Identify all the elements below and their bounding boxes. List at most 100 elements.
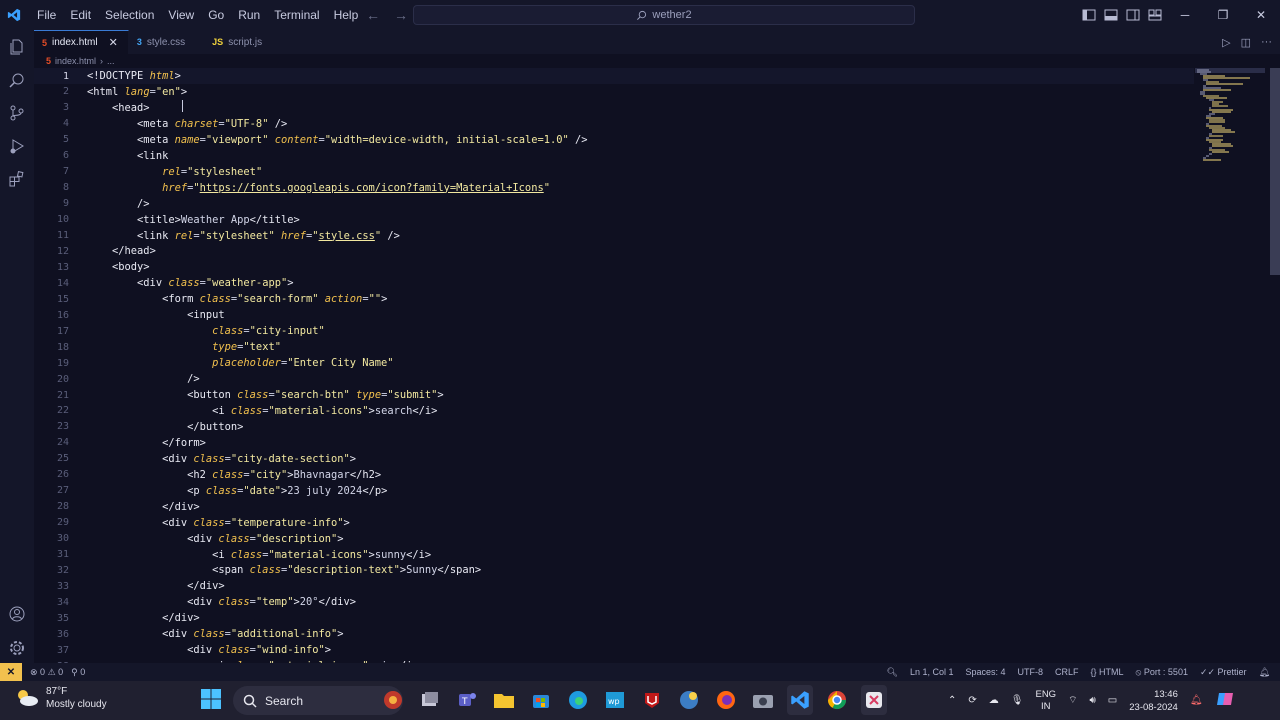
toggle-secondary-sidebar-icon[interactable] [1126, 8, 1140, 22]
encoding[interactable]: UTF-8 [1018, 667, 1044, 677]
code-line[interactable]: 7 rel="stylesheet" [34, 164, 1194, 180]
tab-index-html[interactable]: 5 index.html ✕ [34, 30, 129, 54]
menu-help[interactable]: Help [327, 0, 366, 30]
code-line[interactable]: 32 <span class="description-text">Sunny<… [34, 562, 1194, 578]
camera-icon[interactable] [750, 685, 776, 715]
code-line[interactable]: 3 <head> [34, 100, 1194, 116]
mcafee-icon[interactable] [639, 685, 665, 715]
code-line[interactable]: 8 href="https://fonts.googleapis.com/ico… [34, 180, 1194, 196]
menu-terminal[interactable]: Terminal [267, 0, 326, 30]
menu-view[interactable]: View [161, 0, 201, 30]
volume-icon[interactable]: 🔊︎ [1089, 695, 1095, 706]
code-line[interactable]: 18 type="text" [34, 339, 1194, 355]
code-line[interactable]: 13 <body> [34, 259, 1194, 275]
toggle-primary-sidebar-icon[interactable] [1082, 8, 1096, 22]
code-line[interactable]: 34 <div class="temp">20°</div> [34, 594, 1194, 610]
copilot-icon[interactable] [1215, 689, 1235, 712]
code-line[interactable]: 10 <title>Weather App</title> [34, 212, 1194, 228]
split-editor-icon[interactable]: ◫ [1241, 36, 1251, 49]
back-arrow-icon[interactable]: ← [366, 7, 380, 23]
minimize-icon[interactable]: ─ [1166, 0, 1204, 30]
language-mode[interactable]: {} HTML [1091, 667, 1124, 677]
remote-indicator-icon[interactable]: ✕ [0, 663, 22, 681]
manage-gear-icon[interactable] [0, 631, 34, 665]
code-line[interactable]: 27 <p class="date">23 july 2024</p> [34, 483, 1194, 499]
menu-go[interactable]: Go [201, 0, 231, 30]
code-line[interactable]: 2 <html lang="en"> [34, 84, 1194, 100]
close-icon[interactable]: ✕ [109, 36, 118, 49]
customize-layout-icon[interactable] [1148, 8, 1162, 22]
weather-widget[interactable]: 87°F Mostly cloudy [14, 685, 107, 711]
accounts-icon[interactable] [0, 597, 34, 631]
line-ending[interactable]: CRLF [1055, 667, 1079, 677]
battery-icon[interactable]: ▭ [1108, 695, 1117, 706]
code-line[interactable]: 4 <meta charset="UTF-8" /> [34, 116, 1194, 132]
code-line[interactable]: 29 <div class="temperature-info"> [34, 515, 1194, 531]
indentation[interactable]: Spaces: 4 [965, 667, 1005, 677]
code-line[interactable]: 30 <div class="description"> [34, 531, 1194, 547]
code-line[interactable]: 33 </div> [34, 578, 1194, 594]
code-line[interactable]: 1 <!DOCTYPE html> [34, 68, 1194, 84]
code-line[interactable]: 25 <div class="city-date-section"> [34, 451, 1194, 467]
menu-file[interactable]: File [30, 0, 63, 30]
code-line[interactable]: 12 </head> [34, 243, 1194, 259]
code-line[interactable]: 14 <div class="weather-app"> [34, 275, 1194, 291]
prettier-status[interactable]: ✓✓ Prettier [1200, 667, 1247, 678]
teams-icon[interactable]: T [454, 685, 480, 715]
code-line[interactable]: 26 <h2 class="city">Bhavnagar</h2> [34, 467, 1194, 483]
file-explorer-icon[interactable] [491, 685, 517, 715]
problems-indicator[interactable]: ⊗ 0 ⚠ 0 [30, 667, 63, 678]
code-line[interactable]: 21 <button class="search-btn" type="subm… [34, 387, 1194, 403]
minimap[interactable] [1195, 68, 1265, 168]
windows-start-icon[interactable] [200, 688, 222, 715]
python-icon[interactable] [676, 685, 702, 715]
onedrive-cloud-icon[interactable]: ☁ [989, 695, 999, 706]
snipping-tool-icon[interactable] [861, 685, 887, 715]
breadcrumb-file[interactable]: index.html [55, 56, 96, 66]
code-line[interactable]: 5 <meta name="viewport" content="width=d… [34, 132, 1194, 148]
code-line[interactable]: 19 placeholder="Enter City Name" [34, 355, 1194, 371]
microphone-icon[interactable]: 🎙︎ [1011, 695, 1024, 706]
festival-widget-icon[interactable] [380, 685, 406, 715]
close-window-icon[interactable]: ✕ [1242, 0, 1280, 30]
code-editor[interactable]: 1 <!DOCTYPE html> 2 <html lang="en"> 3 <head… [34, 68, 1270, 663]
restore-icon[interactable]: ❐ [1204, 0, 1242, 30]
show-hidden-icons-chevron-icon[interactable]: ⌃ [948, 695, 956, 706]
code-line[interactable]: 31 <i class="material-icons">sunny</i> [34, 547, 1194, 563]
taskbar-search[interactable]: Search [233, 686, 403, 715]
code-line[interactable]: 15 <form class="search-form" action=""> [34, 291, 1194, 307]
code-line[interactable]: 20 /> [34, 371, 1194, 387]
code-line[interactable]: 36 <div class="additional-info"> [34, 626, 1194, 642]
code-line[interactable]: 9 /> [34, 196, 1194, 212]
code-line[interactable]: 11 <link rel="stylesheet" href="style.cs… [34, 228, 1194, 244]
code-line[interactable]: 28 </div> [34, 499, 1194, 515]
code-line[interactable]: 16 <input [34, 307, 1194, 323]
menu-run[interactable]: Run [231, 0, 267, 30]
tab-style-css[interactable]: 3 style.css [129, 30, 197, 54]
toggle-panel-icon[interactable] [1104, 8, 1118, 22]
extensions-icon[interactable] [0, 162, 34, 196]
breadcrumb-symbol[interactable]: ... [107, 56, 115, 66]
cursor-position[interactable]: Ln 1, Col 1 [910, 667, 954, 677]
run-debug-icon[interactable] [0, 129, 34, 163]
edge-browser-icon[interactable] [565, 685, 591, 715]
explorer-icon[interactable] [0, 30, 34, 64]
notification-bell-icon[interactable]: 🔔︎ [1190, 695, 1203, 706]
microsoft-store-icon[interactable] [528, 685, 554, 715]
mysql-workbench-icon[interactable]: wp [602, 685, 628, 715]
code-line[interactable]: 22 <i class="material-icons">search</i> [34, 403, 1194, 419]
code-line[interactable]: 23 </button> [34, 419, 1194, 435]
code-line[interactable]: 6 <link [34, 148, 1194, 164]
clock[interactable]: 13:46 23-08-2024 [1129, 688, 1178, 714]
chrome-icon[interactable] [824, 685, 850, 715]
sync-icon[interactable]: ⟳ [968, 695, 976, 706]
menu-selection[interactable]: Selection [98, 0, 161, 30]
command-center[interactable]: wether2 [413, 5, 915, 25]
vscode-taskbar-icon[interactable] [787, 685, 813, 715]
zoom-icon[interactable]: 🔍︎ [887, 667, 898, 678]
wifi-icon[interactable]: ⌔ [1068, 694, 1077, 707]
language-indicator[interactable]: ENG IN [1035, 689, 1056, 713]
tab-script-js[interactable]: JS script.js [196, 30, 274, 54]
source-control-icon[interactable] [0, 96, 34, 130]
menu-edit[interactable]: Edit [63, 0, 98, 30]
